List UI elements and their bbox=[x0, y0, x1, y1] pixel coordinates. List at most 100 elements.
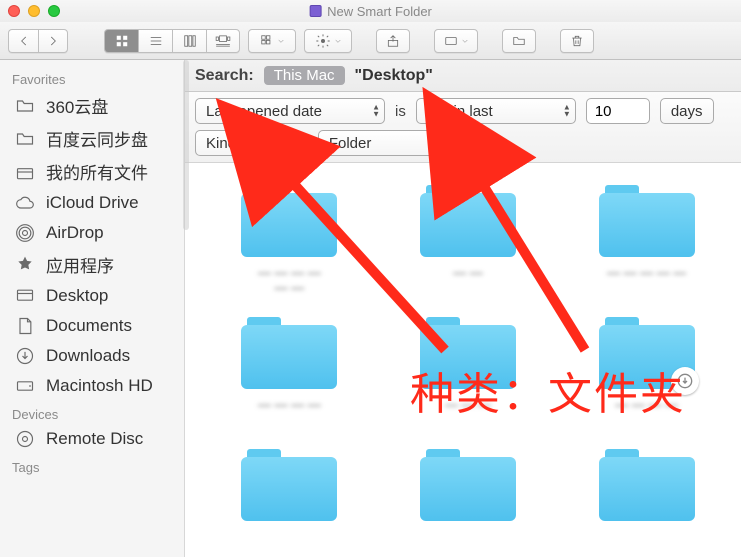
folder-label: — — — —— — bbox=[258, 265, 321, 297]
window-title-text: New Smart Folder bbox=[327, 4, 432, 19]
minimize-button[interactable] bbox=[28, 5, 40, 17]
criteria-op: is bbox=[395, 103, 406, 120]
nav-group bbox=[8, 29, 68, 53]
folder-item[interactable] bbox=[572, 447, 721, 523]
search-label: Search: bbox=[195, 67, 254, 85]
folder-icon bbox=[14, 95, 36, 117]
criteria-value-input[interactable] bbox=[586, 98, 650, 124]
folder-item[interactable] bbox=[394, 447, 543, 523]
folder-item[interactable]: — — — — bbox=[215, 315, 364, 429]
documents-icon bbox=[14, 315, 36, 337]
sidebar-item-label: Documents bbox=[46, 316, 132, 336]
dropdown-value: within last bbox=[427, 103, 493, 120]
sidebar-section-devices: Devices bbox=[0, 401, 184, 424]
folder-label: — — — — bbox=[258, 397, 321, 429]
folder-icon bbox=[420, 447, 516, 523]
sidebar-scrollbar[interactable] bbox=[183, 60, 189, 230]
new-folder-button[interactable] bbox=[502, 29, 536, 53]
list-view-button[interactable] bbox=[138, 29, 172, 53]
folder-item[interactable]: — — — — — bbox=[572, 183, 721, 297]
sidebar-item-label: Macintosh HD bbox=[46, 376, 153, 396]
folder-item[interactable] bbox=[215, 447, 364, 523]
scope-this-mac[interactable]: This Mac bbox=[264, 66, 345, 85]
content-area: Search: This Mac "Desktop" Last opened d… bbox=[185, 60, 741, 557]
folder-icon bbox=[599, 183, 695, 259]
close-button[interactable] bbox=[8, 5, 20, 17]
criteria-rel-dropdown[interactable]: within last ▲▼ bbox=[416, 98, 576, 124]
disc-icon bbox=[14, 428, 36, 450]
window-title: New Smart Folder bbox=[309, 4, 432, 19]
sidebar-item-label: Remote Disc bbox=[46, 429, 143, 449]
chevron-updown-icon: ▲▼ bbox=[274, 137, 282, 150]
sidebar-item-macintosh-hd[interactable]: Macintosh HD bbox=[0, 371, 184, 401]
folder-item[interactable]: — — bbox=[394, 183, 543, 297]
folder-label: — — bbox=[453, 265, 483, 297]
folder-icon bbox=[241, 447, 337, 523]
sidebar-item-applications[interactable]: 应用程序 bbox=[0, 248, 184, 281]
criteria-row-1: Last opened date ▲▼ is within last ▲▼ da… bbox=[195, 98, 731, 130]
sidebar-item-label: iCloud Drive bbox=[46, 193, 139, 213]
sidebar-item-360[interactable]: 360云盘 bbox=[0, 89, 184, 122]
sidebar-item-baidu[interactable]: 百度云同步盘 bbox=[0, 122, 184, 155]
disk-icon bbox=[14, 375, 36, 397]
sidebar-item-allfiles[interactable]: 我的所有文件 bbox=[0, 155, 184, 188]
share-button[interactable] bbox=[376, 29, 410, 53]
desktop-icon bbox=[14, 285, 36, 307]
sidebar-section-tags: Tags bbox=[0, 454, 184, 477]
folder-icon bbox=[420, 183, 516, 259]
dropdown-value: days bbox=[671, 103, 703, 120]
icon-view-button[interactable] bbox=[104, 29, 138, 53]
criteria-panel: Last opened date ▲▼ is within last ▲▼ da… bbox=[185, 92, 741, 163]
sidebar-item-remote-disc[interactable]: Remote Disc bbox=[0, 424, 184, 454]
smart-folder-icon bbox=[309, 5, 321, 17]
annotation-text: 种类：文件夹 bbox=[410, 358, 686, 422]
sidebar-item-documents[interactable]: Documents bbox=[0, 311, 184, 341]
chevron-updown-icon: ▲▼ bbox=[465, 137, 473, 150]
sidebar-item-label: 应用程序 bbox=[46, 252, 114, 277]
back-button[interactable] bbox=[8, 29, 38, 53]
scope-desktop[interactable]: "Desktop" bbox=[355, 67, 433, 85]
sidebar: Favorites 360云盘 百度云同步盘 我的所有文件 iCloud Dri… bbox=[0, 60, 185, 557]
sidebar-item-label: AirDrop bbox=[46, 223, 104, 243]
sidebar-item-icloud[interactable]: iCloud Drive bbox=[0, 188, 184, 218]
chevron-updown-icon: ▲▼ bbox=[563, 105, 571, 118]
forward-button[interactable] bbox=[38, 29, 68, 53]
criteria-val-dropdown[interactable]: Folder ▲▼ bbox=[318, 130, 478, 156]
dropdown-value: Folder bbox=[329, 135, 372, 152]
downloads-icon bbox=[14, 345, 36, 367]
sidebar-item-airdrop[interactable]: AirDrop bbox=[0, 218, 184, 248]
tags-button[interactable] bbox=[434, 29, 478, 53]
airdrop-icon bbox=[14, 222, 36, 244]
window-controls bbox=[8, 5, 60, 17]
criteria-attr-dropdown[interactable]: Last opened date ▲▼ bbox=[195, 98, 385, 124]
zoom-button[interactable] bbox=[48, 5, 60, 17]
coverflow-view-button[interactable] bbox=[206, 29, 240, 53]
dropdown-value: Last opened date bbox=[206, 103, 322, 120]
folder-icon bbox=[14, 128, 36, 150]
folder-icon bbox=[241, 315, 337, 391]
folder-icon bbox=[599, 447, 695, 523]
folder-icon bbox=[241, 183, 337, 259]
action-button[interactable] bbox=[304, 29, 352, 53]
sidebar-section-favorites: Favorites bbox=[0, 66, 184, 89]
sidebar-item-label: 百度云同步盘 bbox=[46, 126, 148, 151]
folder-item[interactable]: — — — —— — bbox=[215, 183, 364, 297]
sidebar-item-label: 我的所有文件 bbox=[46, 159, 148, 184]
column-view-button[interactable] bbox=[172, 29, 206, 53]
criteria-unit-dropdown[interactable]: days bbox=[660, 98, 714, 124]
sidebar-item-desktop[interactable]: Desktop bbox=[0, 281, 184, 311]
criteria-row-2: Kind ▲▼ is Folder ▲▼ bbox=[195, 130, 731, 162]
chevron-updown-icon: ▲▼ bbox=[372, 105, 380, 118]
trash-button[interactable] bbox=[560, 29, 594, 53]
titlebar: New Smart Folder bbox=[0, 0, 741, 22]
apps-icon bbox=[14, 254, 36, 276]
dropdown-value: Kind bbox=[206, 135, 236, 152]
sidebar-item-downloads[interactable]: Downloads bbox=[0, 341, 184, 371]
sidebar-item-label: Downloads bbox=[46, 346, 130, 366]
arrange-button[interactable] bbox=[248, 29, 296, 53]
search-scope-bar: Search: This Mac "Desktop" bbox=[185, 60, 741, 92]
criteria-attr-dropdown-2[interactable]: Kind ▲▼ bbox=[195, 130, 287, 156]
toolbar bbox=[0, 22, 741, 60]
cloud-icon bbox=[14, 192, 36, 214]
criteria-op-2: is bbox=[297, 135, 308, 152]
